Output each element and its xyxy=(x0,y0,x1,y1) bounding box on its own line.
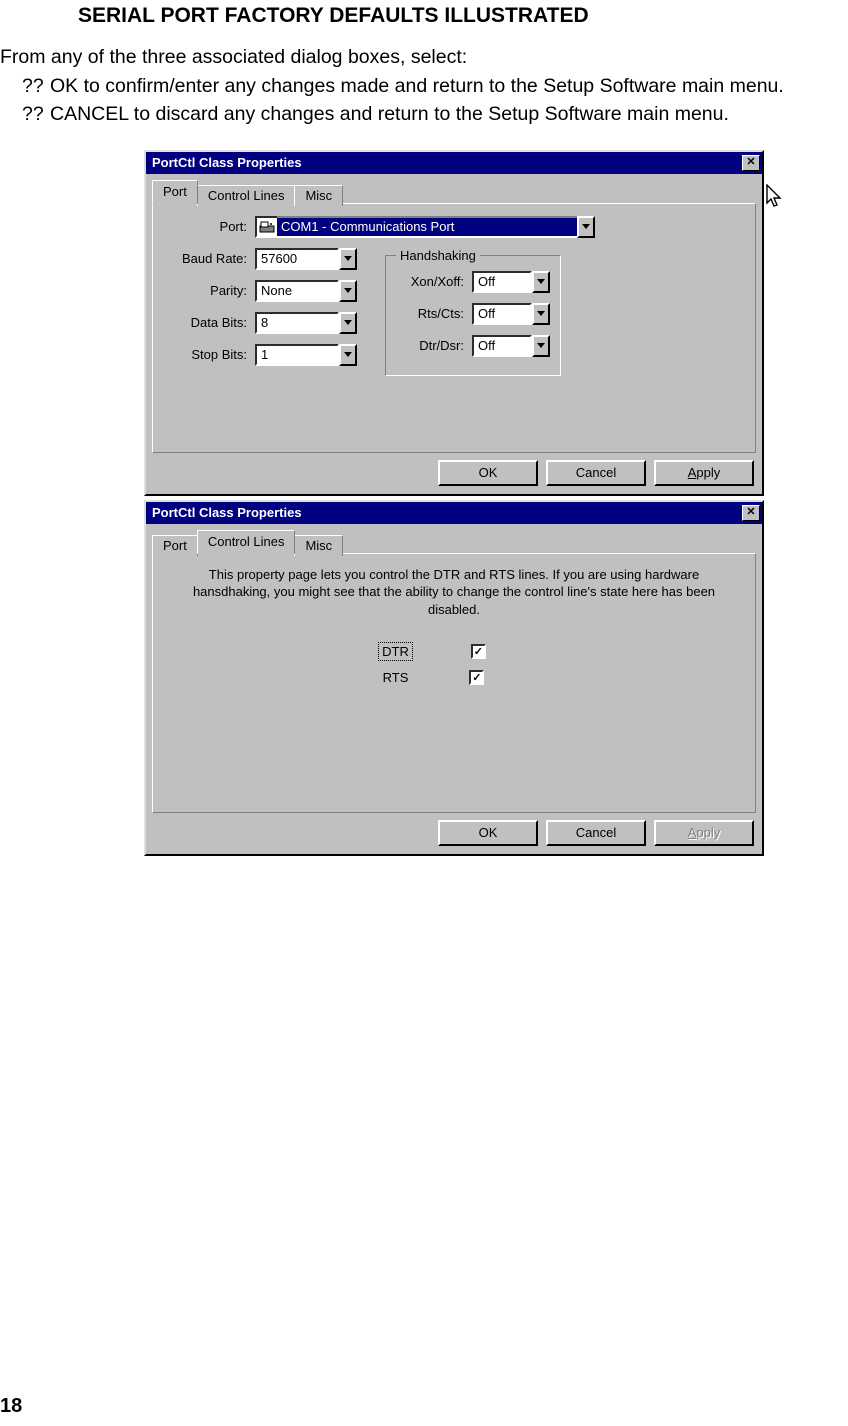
dtrdsr-label: Dtr/Dsr: xyxy=(396,338,472,353)
tab-panel: This property page lets you control the … xyxy=(152,553,756,813)
title-bar: PortCtl Class Properties ✕ xyxy=(146,152,762,174)
ok-button[interactable]: OK xyxy=(438,820,538,846)
dropdown-button[interactable] xyxy=(339,280,357,302)
dtrdsr-value[interactable] xyxy=(472,335,532,357)
databits-dropdown[interactable] xyxy=(255,312,357,334)
rts-checkbox[interactable]: ✓ xyxy=(469,670,484,685)
dropdown-button[interactable] xyxy=(339,312,357,334)
tab-misc[interactable]: Misc xyxy=(294,185,343,206)
intro-text: From any of the three associated dialog … xyxy=(0,46,848,69)
close-button[interactable]: ✕ xyxy=(742,505,760,521)
port-dropdown[interactable]: COM1 - Communications Port xyxy=(255,216,595,238)
apply-button[interactable]: Apply xyxy=(654,460,754,486)
stopbits-dropdown[interactable] xyxy=(255,344,357,366)
dropdown-button[interactable] xyxy=(532,271,550,293)
baud-label: Baud Rate: xyxy=(169,251,255,266)
section-heading: SERIAL PORT FACTORY DEFAULTS ILLUSTRATED xyxy=(78,4,848,28)
xonxoff-label: Xon/Xoff: xyxy=(396,274,472,289)
handshaking-group: Handshaking Xon/Xoff: Rts/Cts: xyxy=(385,248,561,376)
stopbits-label: Stop Bits: xyxy=(169,347,255,362)
port-label: Port: xyxy=(169,219,255,234)
stopbits-value[interactable] xyxy=(255,344,339,366)
button-row: OK Cancel Apply xyxy=(146,820,762,854)
rtscts-value[interactable] xyxy=(472,303,532,325)
tab-port[interactable]: Port xyxy=(152,180,198,204)
close-button[interactable]: ✕ xyxy=(742,155,760,171)
bullet-marker: ?? xyxy=(22,101,44,127)
title-bar: PortCtl Class Properties ✕ xyxy=(146,502,762,524)
tab-misc[interactable]: Misc xyxy=(294,535,343,556)
panel-description: This property page lets you control the … xyxy=(191,566,717,619)
tab-port[interactable]: Port xyxy=(152,535,198,556)
bullet-item: ?? OK to confirm/enter any changes made … xyxy=(50,73,848,99)
mouse-cursor-icon xyxy=(766,184,784,216)
parity-dropdown[interactable] xyxy=(255,280,357,302)
close-icon: ✕ xyxy=(746,157,755,168)
dtr-label: DTR xyxy=(378,642,413,661)
bullet-text: CANCEL to discard any changes and return… xyxy=(50,103,729,125)
baud-value[interactable] xyxy=(255,248,339,270)
cancel-button[interactable]: Cancel xyxy=(546,820,646,846)
apply-button[interactable]: Apply xyxy=(654,820,754,846)
tab-strip: Port Control Lines Misc xyxy=(146,174,762,204)
cancel-button[interactable]: Cancel xyxy=(546,460,646,486)
bullet-text: OK to confirm/enter any changes made and… xyxy=(50,75,784,97)
port-icon xyxy=(255,216,277,238)
dtrdsr-dropdown[interactable] xyxy=(472,335,550,357)
handshaking-legend: Handshaking xyxy=(396,248,480,263)
rtscts-label: Rts/Cts: xyxy=(396,306,472,321)
databits-label: Data Bits: xyxy=(169,315,255,330)
parity-value[interactable] xyxy=(255,280,339,302)
button-row: OK Cancel Apply xyxy=(146,460,762,494)
dropdown-button[interactable] xyxy=(532,303,550,325)
dropdown-button[interactable] xyxy=(532,335,550,357)
dropdown-button[interactable] xyxy=(339,248,357,270)
bullet-list: ?? OK to confirm/enter any changes made … xyxy=(0,73,848,128)
page-number: 18 xyxy=(0,1395,22,1418)
tab-strip: Port Control Lines Misc xyxy=(146,524,762,554)
rts-label: RTS xyxy=(380,669,412,686)
bullet-item: ?? CANCEL to discard any changes and ret… xyxy=(50,101,848,127)
ok-button[interactable]: OK xyxy=(438,460,538,486)
databits-value[interactable] xyxy=(255,312,339,334)
parity-label: Parity: xyxy=(169,283,255,298)
window-title: PortCtl Class Properties xyxy=(152,155,302,170)
xonxoff-value[interactable] xyxy=(472,271,532,293)
rtscts-dropdown[interactable] xyxy=(472,303,550,325)
xonxoff-dropdown[interactable] xyxy=(472,271,550,293)
rts-row: RTS ✓ xyxy=(147,669,717,686)
dropdown-button[interactable] xyxy=(339,344,357,366)
tab-control-lines[interactable]: Control Lines xyxy=(197,185,296,206)
bullet-marker: ?? xyxy=(22,73,44,99)
port-properties-dialog: PortCtl Class Properties ✕ Port Control … xyxy=(144,150,764,496)
tab-control-lines[interactable]: Control Lines xyxy=(197,530,296,554)
close-icon: ✕ xyxy=(746,507,755,518)
port-value: COM1 - Communications Port xyxy=(277,216,577,238)
tab-panel: Port: COM1 - Communications Port Baud Ra… xyxy=(152,203,756,453)
dtr-row: DTR ✓ xyxy=(147,642,717,661)
baud-dropdown[interactable] xyxy=(255,248,357,270)
controllines-properties-dialog: PortCtl Class Properties ✕ Port Control … xyxy=(144,500,764,856)
dtr-checkbox[interactable]: ✓ xyxy=(471,644,486,659)
window-title: PortCtl Class Properties xyxy=(152,505,302,520)
dropdown-button[interactable] xyxy=(577,216,595,238)
